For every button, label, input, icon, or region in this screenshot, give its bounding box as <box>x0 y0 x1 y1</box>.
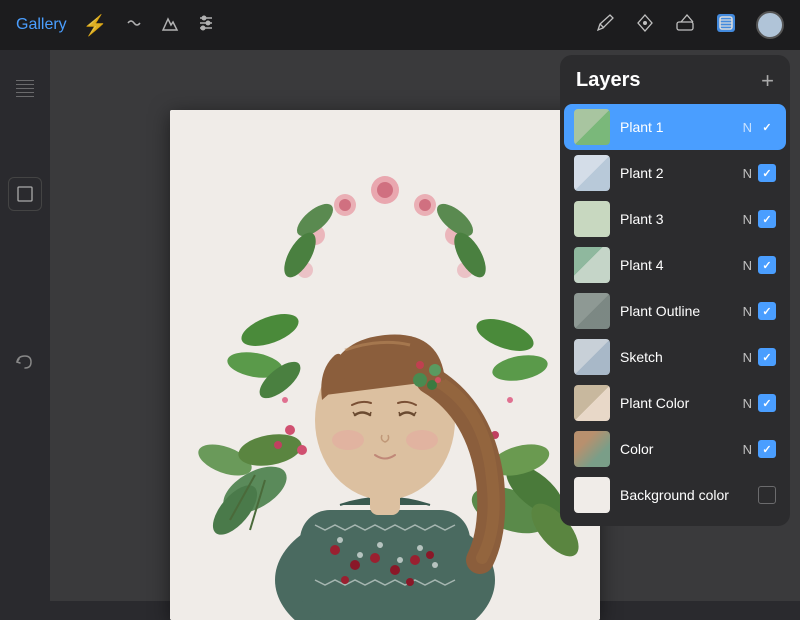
undo-button[interactable] <box>14 351 36 378</box>
modify-tool-icon[interactable]: ⚡ <box>83 13 108 38</box>
selection-tool-icon[interactable] <box>160 13 180 38</box>
layer-mode-plantoutline: N <box>743 304 752 319</box>
layers-header: Layers + <box>560 69 790 104</box>
layer-checkbox-plantcolor[interactable] <box>758 394 776 412</box>
layer-name-plant3: Plant 3 <box>610 211 743 227</box>
layers-list: Plant 1NPlant 2NPlant 3NPlant 4NPlant Ou… <box>560 104 790 518</box>
eraser-icon[interactable] <box>674 12 696 39</box>
layer-mode-plant3: N <box>743 212 752 227</box>
layer-row-bgcolor[interactable]: Background color <box>564 472 786 518</box>
layer-row-sketch[interactable]: SketchN <box>564 334 786 380</box>
pencil-icon[interactable] <box>594 12 616 39</box>
layer-thumb-plantoutline <box>574 293 610 329</box>
layer-mode-color: N <box>743 442 752 457</box>
adjustment-tool-icon[interactable] <box>196 13 216 38</box>
layer-mode-plant4: N <box>743 258 752 273</box>
ink-pen-icon[interactable] <box>634 12 656 39</box>
layer-checkbox-plantoutline[interactable] <box>758 302 776 320</box>
right-tools <box>594 11 784 40</box>
layer-row-plant1[interactable]: Plant 1N <box>564 104 786 150</box>
layer-checkbox-plant4[interactable] <box>758 256 776 274</box>
transform-sidebar-button[interactable] <box>8 177 42 211</box>
layers-title: Layers <box>576 69 641 92</box>
color-swatch[interactable] <box>756 11 784 39</box>
layer-row-color[interactable]: ColorN <box>564 426 786 472</box>
layer-thumb-plant1 <box>574 109 610 145</box>
layer-checkbox-empty-bgcolor[interactable] <box>758 486 776 504</box>
layers-panel-icon[interactable] <box>714 11 738 40</box>
layer-thumb-color <box>574 431 610 467</box>
layer-name-plant4: Plant 4 <box>610 257 743 273</box>
layer-mode-sketch: N <box>743 350 752 365</box>
artwork-canvas[interactable] <box>170 110 600 620</box>
layer-name-plant1: Plant 1 <box>610 119 743 135</box>
layers-add-button[interactable]: + <box>761 70 774 92</box>
layers-panel: Layers + Plant 1NPlant 2NPlant 3NPlant 4… <box>560 55 790 526</box>
layer-name-color: Color <box>610 441 743 457</box>
brush-size-slider[interactable] <box>16 80 34 97</box>
layer-mode-plant2: N <box>743 166 752 181</box>
layer-name-sketch: Sketch <box>610 349 743 365</box>
layer-thumb-plantcolor <box>574 385 610 421</box>
layer-row-plant4[interactable]: Plant 4N <box>564 242 786 288</box>
layer-row-plantoutline[interactable]: Plant OutlineN <box>564 288 786 334</box>
layer-name-plantoutline: Plant Outline <box>610 303 743 319</box>
layer-thumb-plant4 <box>574 247 610 283</box>
layer-checkbox-color[interactable] <box>758 440 776 458</box>
layer-mode-plant1: N <box>743 120 752 135</box>
layer-checkbox-plant3[interactable] <box>758 210 776 228</box>
layer-name-plant2: Plant 2 <box>610 165 743 181</box>
layer-thumb-sketch <box>574 339 610 375</box>
layer-row-plant2[interactable]: Plant 2N <box>564 150 786 196</box>
layer-thumb-plant3 <box>574 201 610 237</box>
layer-thumb-bgcolor <box>574 477 610 513</box>
layer-checkbox-plant2[interactable] <box>758 164 776 182</box>
left-sidebar <box>0 50 50 601</box>
layer-row-plantcolor[interactable]: Plant ColorN <box>564 380 786 426</box>
layer-checkbox-plant1[interactable] <box>758 118 776 136</box>
transform-tool-icon[interactable] <box>124 13 144 38</box>
layer-mode-plantcolor: N <box>743 396 752 411</box>
left-tools: Gallery ⚡ <box>16 13 216 38</box>
gallery-button[interactable]: Gallery <box>16 16 67 34</box>
layer-thumb-plant2 <box>574 155 610 191</box>
layer-name-bgcolor: Background color <box>610 487 758 503</box>
toolbar: Gallery ⚡ <box>0 0 800 50</box>
layer-checkbox-sketch[interactable] <box>758 348 776 366</box>
layer-row-plant3[interactable]: Plant 3N <box>564 196 786 242</box>
layer-name-plantcolor: Plant Color <box>610 395 743 411</box>
